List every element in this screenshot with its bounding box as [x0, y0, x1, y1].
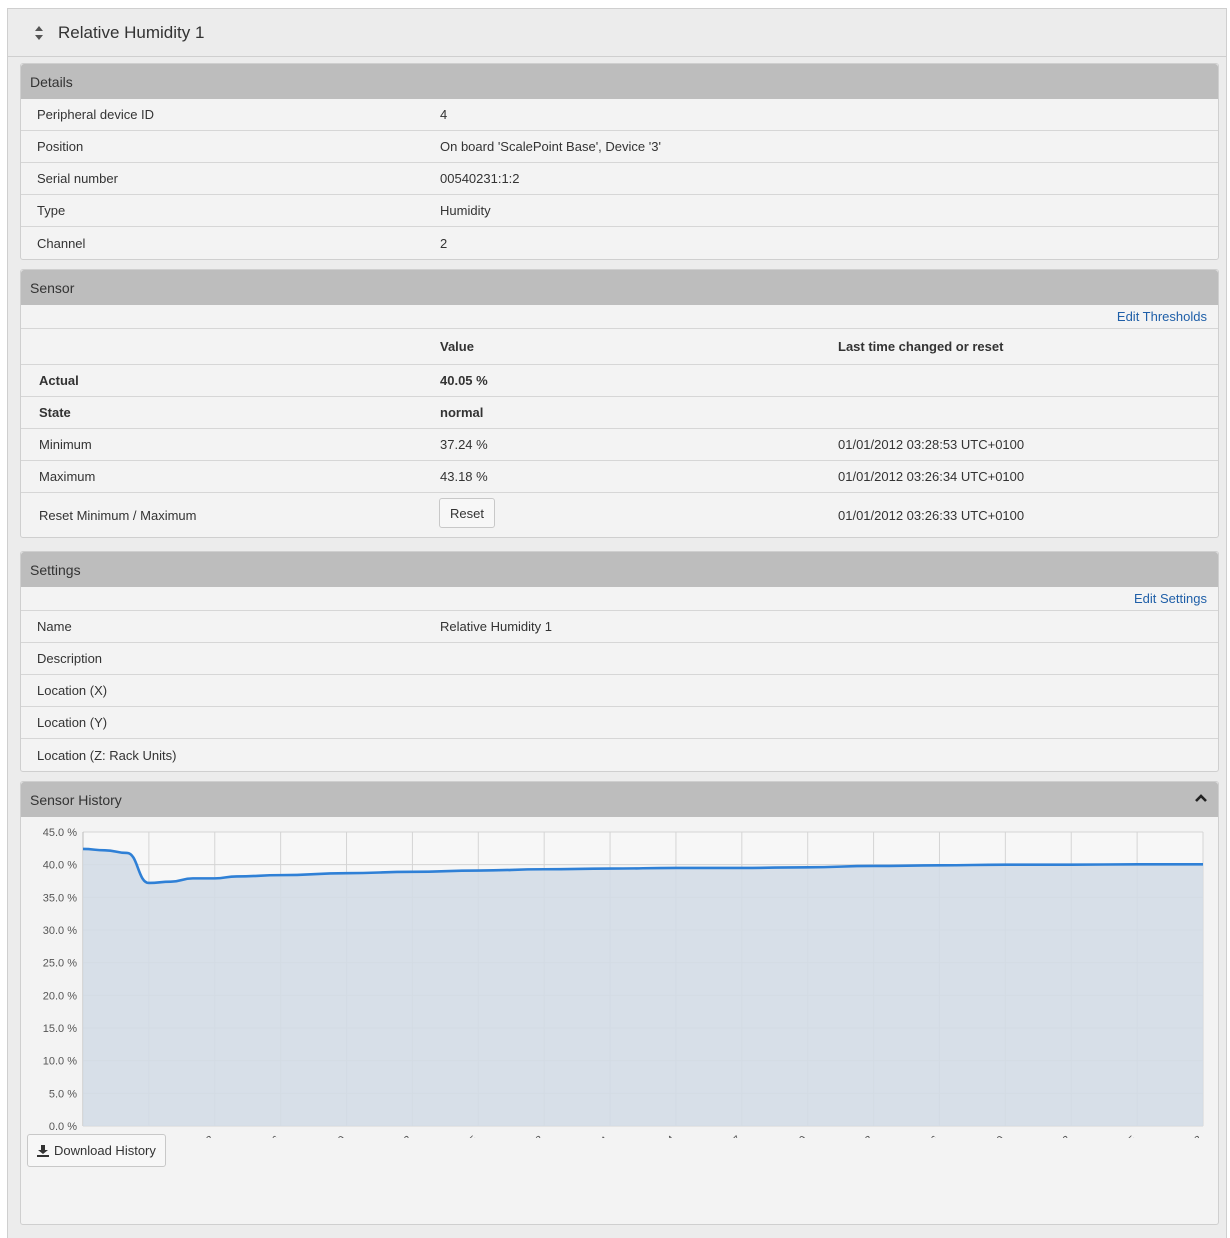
detail-value: On board 'ScalePoint Base', Device '3': [440, 139, 661, 154]
setting-label: Description: [37, 651, 102, 666]
state-row: State normal: [21, 397, 1218, 429]
detail-label: Serial number: [37, 171, 118, 186]
detail-row: Peripheral device ID 4: [21, 99, 1218, 131]
setting-label: Location (X): [37, 683, 107, 698]
setting-label: Name: [37, 619, 72, 634]
x-tick-label: 04:00: [782, 1134, 810, 1138]
setting-row: Location (X): [21, 675, 1218, 707]
download-history-button[interactable]: Download History: [27, 1134, 166, 1167]
chevron-up-icon[interactable]: [1194, 793, 1208, 803]
detail-row: Channel 2: [21, 227, 1218, 259]
settings-panel: Settings Edit Settings Name Relative Hum…: [20, 551, 1219, 772]
settings-header: Settings: [21, 552, 1218, 587]
x-tick-label: 03:39: [321, 1134, 349, 1138]
maximum-label: Maximum: [39, 469, 95, 484]
setting-row: Location (Y): [21, 707, 1218, 739]
setting-row: Location (Z: Rack Units): [21, 739, 1218, 771]
x-tick-label: 03:36: [255, 1134, 283, 1138]
state-value: normal: [440, 405, 483, 420]
edit-settings-link[interactable]: Edit Settings: [1134, 591, 1207, 606]
x-tick-label: 03:45: [452, 1134, 480, 1138]
x-tick-label: 04:12: [1045, 1134, 1073, 1138]
sensor-panel: Sensor Edit Thresholds Value Last time c…: [20, 269, 1219, 538]
page-title: Relative Humidity 1: [58, 23, 204, 43]
y-tick-label: 15.0 %: [43, 1023, 77, 1035]
actual-value: 40.05 %: [440, 373, 488, 388]
x-tick-label: 03:54: [650, 1134, 678, 1138]
sensor-column-headers: Value Last time changed or reset: [21, 329, 1218, 365]
x-tick-label: 04:18: [1177, 1134, 1205, 1138]
actual-label: Actual: [39, 373, 79, 388]
y-tick-label: 45.0 %: [43, 827, 77, 839]
history-header: Sensor History: [21, 782, 1218, 817]
setting-label: Location (Y): [37, 715, 107, 730]
series-area: [83, 849, 1203, 1126]
details-panel: Details Peripheral device ID 4 Position …: [20, 63, 1219, 260]
x-tick-label: 03:51: [584, 1134, 612, 1138]
edit-thresholds-link[interactable]: Edit Thresholds: [1117, 309, 1207, 324]
y-tick-label: 20.0 %: [43, 990, 77, 1002]
detail-value: 2: [440, 236, 447, 251]
x-tick-label: 03:48: [518, 1134, 546, 1138]
detail-label: Type: [37, 203, 65, 218]
x-tick-label: 03:42: [387, 1134, 415, 1138]
minimum-row: Minimum 37.24 % 01/01/2012 03:28:53 UTC+…: [21, 429, 1218, 461]
detail-label: Peripheral device ID: [37, 107, 154, 122]
x-tick-label: 03:57: [716, 1134, 744, 1138]
setting-row: Description: [21, 643, 1218, 675]
y-tick-label: 40.0 %: [43, 860, 77, 872]
state-label: State: [39, 405, 71, 420]
y-tick-label: 10.0 %: [43, 1056, 77, 1068]
sensor-page: Relative Humidity 1 Details Peripheral d…: [7, 8, 1227, 1238]
details-header: Details: [21, 64, 1218, 99]
settings-link-row: Edit Settings: [21, 587, 1218, 611]
sensor-history-chart: 0.0 % 5.0 % 10.0 % 15.0 % 20.0 % 25.0 % 30.0 %…: [21, 818, 1220, 1138]
download-icon: [37, 1145, 49, 1157]
x-tick-label: 04:06: [914, 1134, 942, 1138]
maximum-value: 43.18 %: [440, 469, 488, 484]
detail-row: Type Humidity: [21, 195, 1218, 227]
history-title: Sensor History: [30, 792, 122, 808]
y-tick-label: 25.0 %: [43, 958, 77, 970]
setting-label: Location (Z: Rack Units): [37, 748, 176, 763]
x-tick-label: 04:09: [980, 1134, 1008, 1138]
y-tick-label: 0.0 %: [49, 1121, 77, 1133]
sort-icon[interactable]: [34, 24, 44, 42]
y-tick-label: 5.0 %: [49, 1088, 77, 1100]
minimum-time: 01/01/2012 03:28:53 UTC+0100: [838, 437, 1024, 452]
x-tick-label: 03:33: [189, 1134, 217, 1138]
minimum-label: Minimum: [39, 437, 92, 452]
x-tick-label: 04:03: [848, 1134, 876, 1138]
detail-label: Channel: [37, 236, 85, 251]
reset-time: 01/01/2012 03:26:33 UTC+0100: [838, 508, 1024, 523]
detail-value: Humidity: [440, 203, 491, 218]
detail-row: Serial number 00540231:1:2: [21, 163, 1218, 195]
sensor-header: Sensor: [21, 270, 1218, 305]
reset-row: Reset Minimum / Maximum Reset 01/01/2012…: [21, 493, 1218, 537]
y-tick-label: 35.0 %: [43, 892, 77, 904]
actual-row: Actual 40.05 %: [21, 365, 1218, 397]
history-panel: Sensor History 0.0 % 5.0 % 10.0 % 15.0 % 20.…: [20, 781, 1219, 1225]
page-header: Relative Humidity 1: [8, 9, 1226, 57]
minimum-value: 37.24 %: [440, 437, 488, 452]
detail-label: Position: [37, 139, 83, 154]
detail-row: Position On board 'ScalePoint Base', Dev…: [21, 131, 1218, 163]
maximum-row: Maximum 43.18 % 01/01/2012 03:26:34 UTC+…: [21, 461, 1218, 493]
setting-value: Relative Humidity 1: [440, 619, 552, 634]
sensor-link-row: Edit Thresholds: [21, 305, 1218, 329]
download-history-label: Download History: [54, 1143, 156, 1158]
col-changed-header: Last time changed or reset: [838, 339, 1003, 354]
reset-label: Reset Minimum / Maximum: [39, 508, 196, 523]
y-tick-label: 30.0 %: [43, 925, 77, 937]
setting-row: Name Relative Humidity 1: [21, 611, 1218, 643]
maximum-time: 01/01/2012 03:26:34 UTC+0100: [838, 469, 1024, 484]
col-value-header: Value: [440, 339, 474, 354]
detail-value: 4: [440, 107, 447, 122]
detail-value: 00540231:1:2: [440, 171, 520, 186]
reset-button[interactable]: Reset: [439, 498, 495, 528]
x-tick-label: 04:15: [1111, 1134, 1139, 1138]
